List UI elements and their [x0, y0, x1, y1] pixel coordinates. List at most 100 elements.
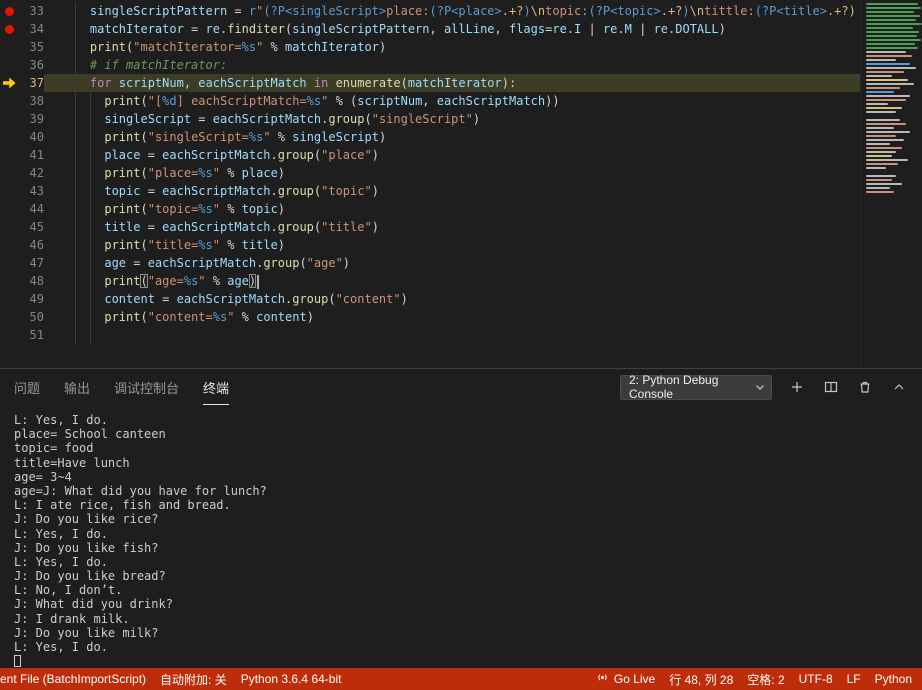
glyph-margin[interactable] — [0, 236, 18, 254]
breakpoint-icon[interactable] — [0, 2, 18, 20]
terminal-line: topic= food — [14, 441, 94, 456]
kill-terminal-icon[interactable] — [856, 378, 874, 396]
line-number: 39 — [29, 112, 44, 126]
minimap-line — [866, 79, 908, 81]
glyph-margin[interactable] — [0, 290, 18, 308]
code-text: print("matchIterator=%s" % matchIterator… — [61, 40, 387, 54]
code-text: matchIterator = re.finditer(singleScript… — [61, 22, 726, 36]
code-text: place = eachScriptMatch.group("place") — [61, 148, 379, 162]
glyph-margin[interactable] — [0, 272, 18, 290]
code-text: age = eachScriptMatch.group("age") — [61, 256, 351, 270]
glyph-margin[interactable] — [0, 326, 18, 344]
code-line[interactable]: 34 matchIterator = re.finditer(singleScr… — [0, 20, 860, 38]
line-number: 45 — [29, 220, 44, 234]
new-terminal-icon[interactable] — [788, 378, 806, 396]
glyph-margin[interactable] — [0, 182, 18, 200]
status-go-live[interactable]: Go Live — [596, 671, 655, 687]
code-line[interactable]: 43 topic = eachScriptMatch.group("topic"… — [0, 182, 860, 200]
code-line[interactable]: 42 print("place=%s" % place) — [0, 164, 860, 182]
status-file-info[interactable]: ent File (BatchImportScript) — [0, 672, 146, 686]
terminal-output[interactable]: L: Yes, I do. place= School canteen topic=… — [0, 405, 922, 668]
tab-output[interactable]: 输出 — [64, 369, 90, 405]
terminal-selector-dropdown[interactable]: 2: Python Debug Console — [620, 373, 772, 401]
editor-region[interactable]: 33 singleScriptPattern = r"(?P<singleScr… — [0, 0, 922, 368]
code-line[interactable]: 47 age = eachScriptMatch.group("age") — [0, 254, 860, 272]
glyph-margin[interactable] — [0, 110, 18, 128]
panel-tabs: 问题 输出 调试控制台 终端 — [14, 369, 230, 405]
line-number: 51 — [29, 328, 44, 342]
code-line[interactable]: 41 place = eachScriptMatch.group("place"… — [0, 146, 860, 164]
glyph-margin[interactable] — [0, 164, 18, 182]
minimap-line — [866, 27, 913, 29]
minimap-line — [866, 3, 918, 5]
minimap-line — [866, 99, 906, 101]
panel-actions: 2: Python Debug Console — [620, 373, 908, 401]
minimap-line — [866, 159, 908, 161]
glyph-margin[interactable] — [0, 200, 18, 218]
glyph-margin[interactable] — [0, 128, 18, 146]
code-line[interactable]: 46 print("title=%s" % title) — [0, 236, 860, 254]
code-text: print("age=%s" % age) — [61, 272, 860, 290]
status-auto-attach[interactable]: 自动附加: 关 — [160, 671, 227, 688]
minimap-line — [866, 51, 906, 53]
line-number: 40 — [29, 130, 44, 144]
tab-terminal[interactable]: 终端 — [203, 369, 230, 405]
glyph-margin[interactable] — [0, 38, 18, 56]
terminal-line: J: Do you like fish? — [14, 540, 159, 555]
tab-debug-console[interactable]: 调试控制台 — [114, 369, 179, 405]
glyph-margin[interactable] — [0, 308, 18, 326]
minimap-line — [866, 11, 914, 13]
minimap-line — [866, 139, 904, 141]
terminal-line: J: I drank milk. — [14, 611, 130, 626]
minimap-line — [866, 91, 894, 93]
tab-problems[interactable]: 问题 — [14, 369, 40, 405]
line-number: 41 — [29, 148, 44, 162]
breakpoint-icon[interactable] — [0, 20, 18, 38]
code-line[interactable]: 33 singleScriptPattern = r"(?P<singleScr… — [0, 2, 860, 20]
code-line[interactable]: 45 title = eachScriptMatch.group("title"… — [0, 218, 860, 236]
status-language[interactable]: Python — [875, 672, 912, 686]
status-cursor-position[interactable]: 行 48, 列 28 — [669, 671, 733, 688]
terminal-line: J: Do you like milk? — [14, 625, 159, 640]
minimap-line — [866, 187, 890, 189]
code-line[interactable]: 39 singleScript = eachScriptMatch.group(… — [0, 110, 860, 128]
code-line[interactable]: 40 print("singleScript=%s" % singleScrip… — [0, 128, 860, 146]
terminal-line: J: Do you like bread? — [14, 569, 166, 584]
minimap-line — [866, 183, 902, 185]
terminal-line: L: No, I don’t. — [14, 583, 123, 598]
code-line[interactable]: 50 print("content=%s" % content) — [0, 308, 860, 326]
status-python-version[interactable]: Python 3.6.4 64-bit — [241, 672, 342, 686]
code-line[interactable]: 38 print("[%d] eachScriptMatch=%s" % (sc… — [0, 92, 860, 110]
line-number: 38 — [29, 94, 44, 108]
minimap[interactable] — [860, 0, 922, 368]
line-number: 37 — [29, 76, 44, 90]
glyph-margin[interactable] — [0, 92, 18, 110]
code-text: title = eachScriptMatch.group("title") — [61, 220, 379, 234]
code-line[interactable]: 37 for scriptNum, eachScriptMatch in enu… — [0, 74, 860, 92]
code-line[interactable]: 35 print("matchIterator=%s" % matchItera… — [0, 38, 860, 56]
minimap-line — [866, 131, 910, 133]
glyph-margin[interactable] — [0, 56, 18, 74]
glyph-margin[interactable] — [0, 254, 18, 272]
code-text: print("content=%s" % content) — [61, 310, 314, 324]
debug-arrow-icon[interactable] — [0, 74, 18, 92]
code-line[interactable]: 36 # if matchIterator: — [0, 56, 860, 74]
code-line[interactable]: 51 — [0, 326, 860, 344]
split-terminal-icon[interactable] — [822, 378, 840, 396]
status-encoding[interactable]: UTF-8 — [799, 672, 833, 686]
minimap-line — [866, 127, 894, 129]
go-live-label: Go Live — [613, 672, 656, 686]
code-line[interactable]: 49 content = eachScriptMatch.group("cont… — [0, 290, 860, 308]
glyph-margin[interactable] — [0, 146, 18, 164]
glyph-margin[interactable] — [0, 218, 18, 236]
status-eol[interactable]: LF — [847, 672, 861, 686]
minimap-line — [866, 163, 898, 165]
line-number: 49 — [29, 292, 44, 306]
status-indentation[interactable]: 空格: 2 — [747, 671, 784, 688]
code-text: content = eachScriptMatch.group("content… — [61, 292, 408, 306]
minimap-line — [866, 179, 892, 181]
minimap-line — [866, 23, 922, 25]
code-line[interactable]: 44 print("topic=%s" % topic) — [0, 200, 860, 218]
code-line[interactable]: 48 print("age=%s" % age) — [0, 272, 860, 290]
collapse-panel-icon[interactable] — [890, 378, 908, 396]
